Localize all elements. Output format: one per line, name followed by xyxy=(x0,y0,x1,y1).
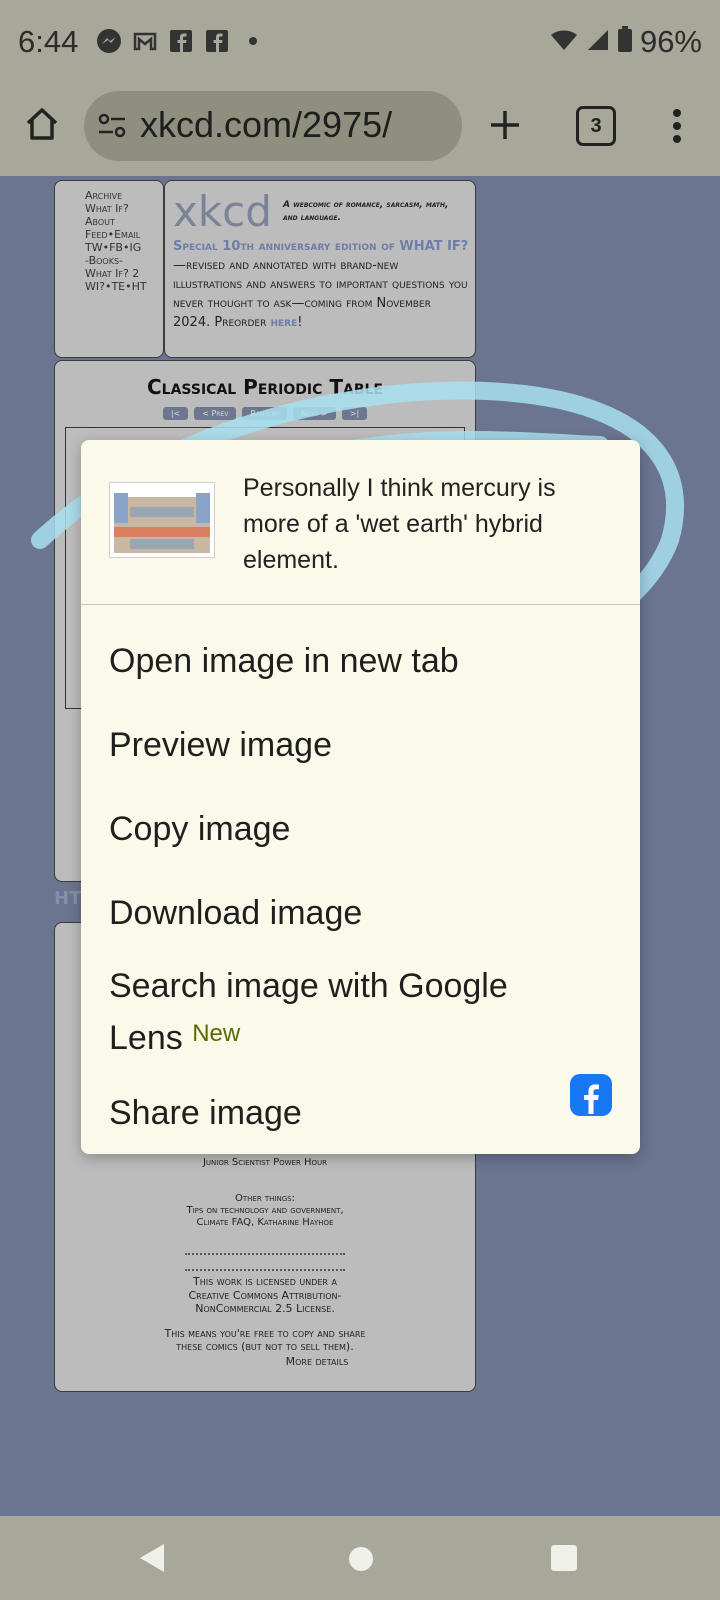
home-icon[interactable] xyxy=(24,106,60,146)
prev-comic-button[interactable]: < Prev xyxy=(194,407,237,420)
dot-icon xyxy=(240,28,266,54)
promo-highlight[interactable]: Special 10th anniversary edition of WHAT… xyxy=(173,239,468,254)
wifi-icon xyxy=(550,24,578,60)
license-intro: This work is licensed under a xyxy=(193,1275,337,1288)
promo-text: Special 10th anniversary edition of WHAT… xyxy=(173,237,469,332)
search-google-lens-item[interactable]: Search image with Google Lens New xyxy=(109,960,579,1064)
preview-image-item[interactable]: Preview image xyxy=(109,726,332,765)
nav-link[interactable]: Feed•Email xyxy=(55,228,163,241)
open-image-new-tab-item[interactable]: Open image in new tab xyxy=(109,642,459,681)
url-text[interactable]: xkcd.com/2975/ xyxy=(140,104,392,146)
battery-percent: 96% xyxy=(639,24,702,59)
new-tab-icon[interactable] xyxy=(488,108,522,146)
status-right: 96% xyxy=(550,24,702,60)
share-image-item[interactable]: Share image xyxy=(109,1094,302,1133)
other-links-2[interactable]: Climate FAQ, Katharine Hayhoe xyxy=(55,1217,475,1228)
facebook-icon xyxy=(168,28,194,54)
site-settings-icon[interactable] xyxy=(98,113,126,143)
promo-body: —revised and annotated with brand-new il… xyxy=(173,258,468,330)
site-nav: Archive What If? About Feed•Email TW•FB•… xyxy=(54,180,164,358)
other-things-label: Other things: xyxy=(235,1193,295,1204)
download-image-item[interactable]: Download image xyxy=(109,894,362,933)
other-links[interactable]: Tips on technology and government, xyxy=(55,1205,475,1216)
nav-link[interactable]: About xyxy=(55,215,163,228)
back-icon[interactable] xyxy=(138,1542,166,1578)
free-to-share-text: This means you're free to copy and share… xyxy=(164,1327,366,1353)
copy-image-item[interactable]: Copy image xyxy=(109,810,290,849)
home-nav-icon[interactable] xyxy=(348,1546,374,1576)
gmail-icon xyxy=(132,28,158,54)
site-header: xkcd A webcomic of romance, sarcasm, mat… xyxy=(164,180,476,358)
tagline: A webcomic of romance, sarcasm, math, an… xyxy=(283,200,449,223)
image-thumbnail xyxy=(109,482,215,558)
facebook-share-icon[interactable] xyxy=(570,1074,612,1116)
nav-link[interactable]: What If? xyxy=(55,202,163,215)
nav-link[interactable]: -Books- xyxy=(55,254,163,267)
license-link[interactable]: Creative Commons Attribution-NonCommerci… xyxy=(165,1289,365,1315)
next-comic-button[interactable]: Next > xyxy=(293,407,336,420)
status-time: 6:44 xyxy=(18,24,79,59)
xkcd-logo[interactable]: xkcd xyxy=(173,187,272,236)
messenger-icon xyxy=(96,28,122,54)
battery-icon xyxy=(617,24,632,60)
comic-nav: |< < Prev Random Next > >| xyxy=(55,407,475,420)
first-comic-button[interactable]: |< xyxy=(162,407,189,420)
recents-icon[interactable] xyxy=(550,1544,578,1576)
preorder-link[interactable]: here xyxy=(270,315,297,330)
system-nav-bar xyxy=(0,1516,720,1600)
fine-print xyxy=(185,1253,345,1271)
nav-link[interactable]: What If? 2 xyxy=(55,267,163,280)
partial-heading: HT xyxy=(54,888,82,909)
new-badge: New xyxy=(192,1020,241,1047)
notification-icons xyxy=(96,28,266,54)
promo-end: ! xyxy=(297,315,303,330)
menu-divider xyxy=(81,604,640,605)
facebook-icon xyxy=(204,28,230,54)
browser-toolbar: xkcd.com/2975/ 3 xyxy=(0,88,720,176)
random-comic-button[interactable]: Random xyxy=(242,407,288,420)
nav-link[interactable]: TW•FB•IG xyxy=(55,241,163,254)
image-context-menu: Personally I think mercury is more of a … xyxy=(81,440,640,1154)
image-alt-text: Personally I think mercury is more of a … xyxy=(243,474,556,574)
comic-title: Classical Periodic Table xyxy=(147,375,383,399)
tab-switcher-button[interactable]: 3 xyxy=(576,106,616,146)
signal-icon xyxy=(586,24,610,60)
menu-icon[interactable] xyxy=(672,108,682,148)
junior-scientist-link[interactable]: Junior Scientist Power Hour xyxy=(55,1157,475,1168)
last-comic-button[interactable]: >| xyxy=(341,407,368,420)
nav-link[interactable]: WI?•TE•HT xyxy=(55,280,163,293)
status-bar: 6:44 96% xyxy=(0,0,720,88)
more-details-link[interactable]: More details xyxy=(267,1355,367,1368)
nav-link[interactable]: Archive xyxy=(55,181,163,202)
